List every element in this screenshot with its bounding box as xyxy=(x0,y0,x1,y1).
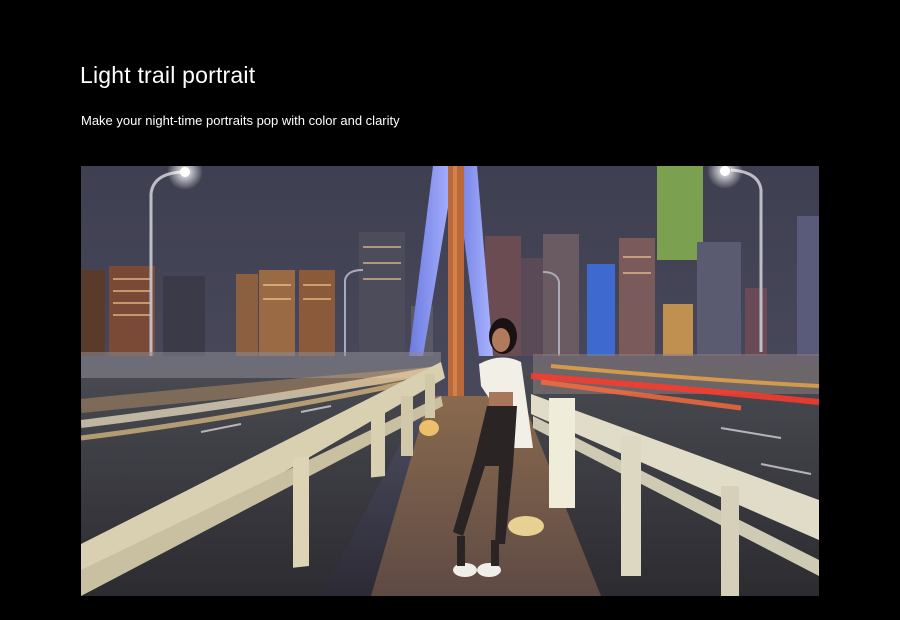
sample-photo xyxy=(81,166,819,596)
feature-title: Light trail portrait xyxy=(80,62,256,88)
feature-subtitle: Make your night-time portraits pop with … xyxy=(81,113,400,128)
